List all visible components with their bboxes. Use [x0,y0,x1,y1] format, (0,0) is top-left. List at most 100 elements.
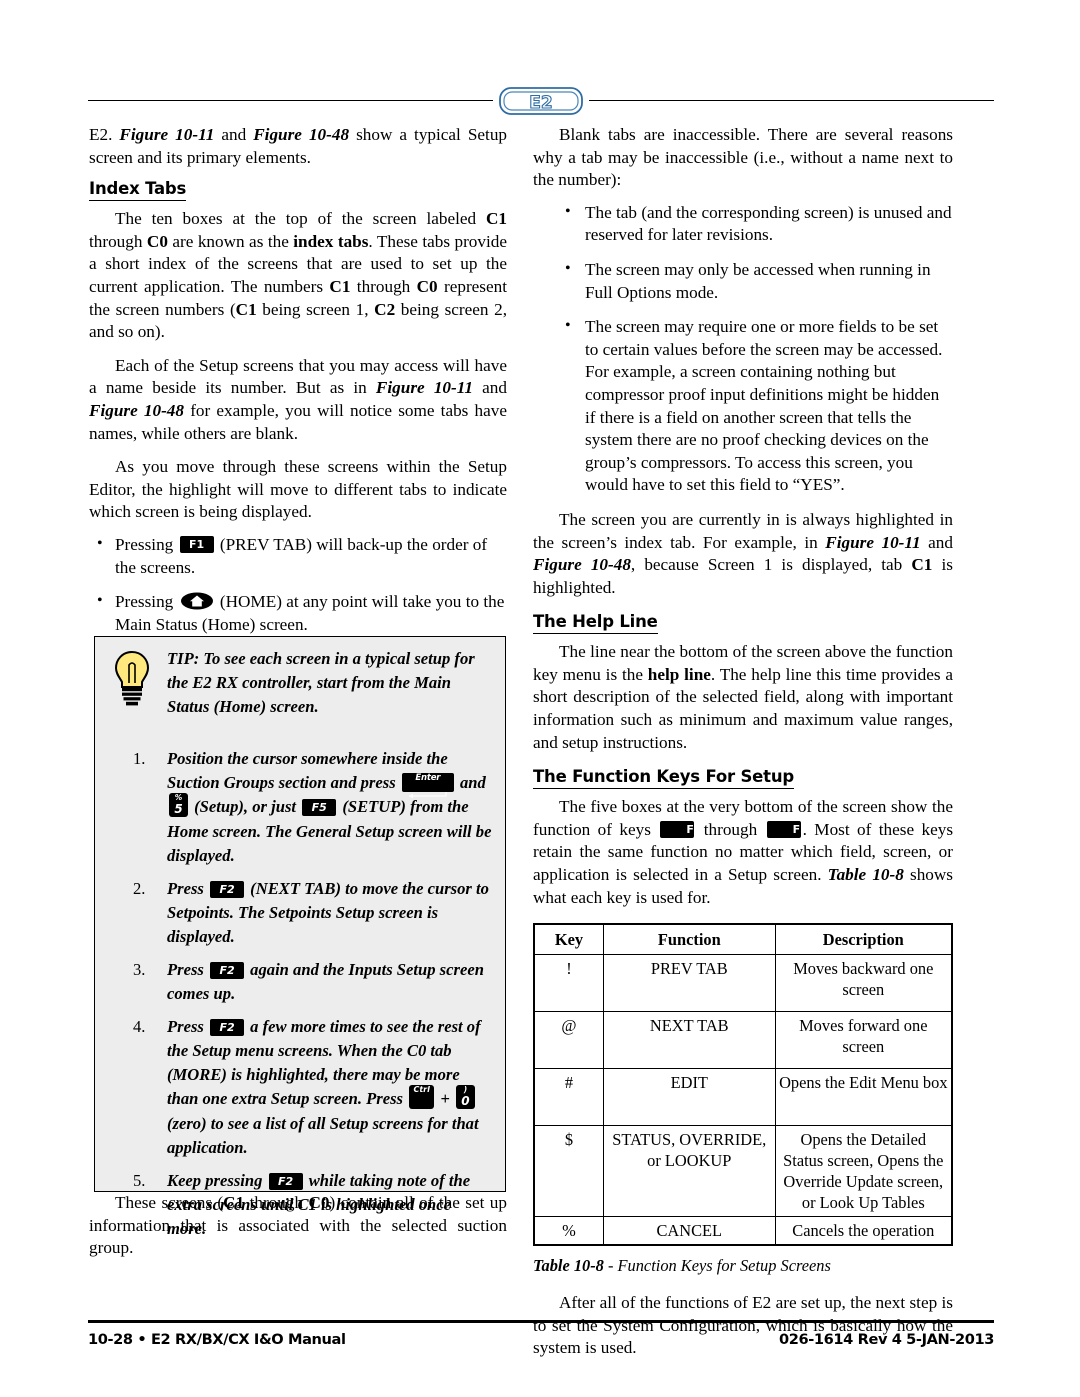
highlight-text-b: and [920,532,953,552]
paragraph-intro: E2. Figure 10-11 and Figure 10-48 show a… [89,124,507,169]
code-c1-e: C1 [911,555,933,575]
index-text-c: are known as the [167,231,294,251]
list-item: The tab (and the corresponding screen) i… [563,201,953,247]
left-column-tail: These screens (C1 through C0) contain al… [89,1192,507,1260]
footer-rule [88,1320,994,1323]
tip-steps-list: Position the cursor somewhere inside the… [105,747,493,1241]
five-key-shift-label: % [174,793,183,803]
code-c0-d: C0 [308,1193,330,1212]
list-item: Pressing F1 (PREV TAB) will back-up the … [89,533,507,579]
five-key-icon: % 5 [169,793,188,818]
five-key-label: 5 [174,802,183,817]
table-row: @ NEXT TAB Moves forward one screen [533,1011,953,1070]
figure-ref-10-48-b: Figure 10-48 [89,400,184,420]
function-keys-table-wrap: Key Function Description ! PREV TAB Move… [533,923,953,1276]
tip-step-4: Press F2 a few more times to see the res… [105,1015,493,1160]
step5-text-a: Keep pressing [167,1171,267,1191]
page-header: E2 [88,84,994,124]
intro-text-b: and [214,125,254,144]
heading-help-line: The Help Line [533,612,658,635]
table-row: $ STATUS, OVERRIDE, or LOOKUP Opens the … [533,1125,953,1218]
right-bullet-list: The tab (and the corresponding screen) i… [563,201,953,497]
figure-ref-10-11-b: Figure 10-11 [375,378,473,398]
tip-step-3: Press F2 again and the Inputs Setup scre… [105,958,493,1006]
paragraph-five-boxes: The five boxes at the very bottom of the… [533,796,953,909]
svg-text:E2: E2 [529,93,552,113]
term-index-tabs: index tabs [293,231,369,251]
footer-content: 10-28 • E2 RX/BX/CX I&O Manual 026-1614 … [88,1331,994,1348]
home-key-icon [180,592,214,610]
table-row: ! PREV TAB Moves backward one screen [533,954,953,1013]
cell-function: NEXT TAB [602,1011,776,1070]
column-header-description: Description [774,923,953,956]
zero-key-icon: ) 0 [455,1085,475,1110]
figure-ref-10-11-c: Figure 10-11 [825,532,921,552]
intro-text-a: E2. [89,125,120,144]
plus-sign: + [436,1089,454,1109]
tip-header: TIP: To see each screen in a typical set… [105,647,493,743]
cell-function: EDIT [602,1068,776,1127]
table-header-row: Key Function Description [533,923,953,956]
these-text-b: through [244,1193,309,1212]
index-text-g: being screen 1, [256,299,375,319]
cell-description: Cancels the operation [774,1216,953,1246]
index-text-a: The ten boxes at the top of the screen l… [115,209,486,229]
step4-text-a: Press [167,1017,209,1037]
heading-index-tabs: Index Tabs [89,179,186,202]
footer-left-text: 10-28 • E2 RX/BX/CX I&O Manual [88,1331,346,1348]
paragraph-as-you-move: As you move through these screens within… [89,457,507,522]
code-c1-d: C1 [223,1193,245,1212]
cell-key: $ [533,1125,604,1218]
column-header-key: Key [533,923,604,956]
figure-ref-10-11: Figure 10-11 [119,125,215,144]
heading-function-keys: The Function Keys For Setup [533,767,794,790]
table-row: # EDIT Opens the Edit Menu box [533,1068,953,1127]
these-text-a: These screens ( [115,1193,224,1212]
table-row: % CANCEL Cancels the operation [533,1216,953,1246]
code-c1-b: C1 [329,276,351,296]
table-caption-number: Table 10-8 [533,1256,604,1276]
f2-key-icon: F2 [210,880,245,898]
left-column: E2. Figure 10-11 and Figure 10-48 show a… [89,124,507,648]
paragraph-these-screens: These screens (C1 through C0) contain al… [89,1192,507,1260]
step1-text-c: (Setup), or just [190,797,301,816]
highlight-text-c: , because Screen 1 is displayed, tab [630,555,912,575]
index-text-e: through [350,276,417,296]
e2-logo: E2 [493,84,589,118]
f1-key-icon: F1 [179,536,214,554]
list-item: The screen may only be accessed when run… [563,258,953,304]
cell-description: Moves forward one screen [774,1011,953,1070]
zero-key-label: 0 [461,1094,470,1109]
cell-description: Opens the Edit Menu box [774,1068,953,1127]
document-page: E2 E2. Figure 10-11 and Figure 10-48 sho… [0,0,1080,1397]
paragraph-after-functions: After all of the functions of E2 are set… [533,1293,953,1358]
term-help-line: help line [647,664,711,684]
paragraph-each-setup: Each of the Setup screens that you may a… [89,355,507,445]
table-caption-text: - Function Keys for Setup Screens [603,1256,831,1276]
list-item: The screen may require one or more field… [563,315,953,497]
ctrl-key-label: Ctrl [413,1085,430,1095]
index-text-b: through [89,231,147,251]
paragraph-index-tabs: The ten boxes at the top of the screen l… [89,208,507,344]
function-keys-table: Key Function Description ! PREV TAB Move… [533,923,953,1247]
table-caption: Table 10-8 - Function Keys for Setup Scr… [533,1255,953,1276]
figure-ref-10-48-c: Figure 10-48 [533,555,631,575]
step2-text-a: Press [167,879,209,899]
zero-key-shift-label: ) [463,1085,468,1095]
right-column: Blank tabs are inaccessible. There are s… [533,124,953,1360]
bullet1-text-a: Pressing [115,534,178,554]
code-c0-b: C0 [416,276,438,296]
cell-key: ! [533,954,604,1013]
step3-text-a: Press [167,960,209,980]
paragraph-blank-tabs: Blank tabs are inaccessible. There are s… [533,125,953,190]
f2-key-icon: F2 [210,961,245,979]
cell-function: STATUS, OVERRIDE, or LOOKUP [602,1125,776,1218]
paragraph-highlighted: The screen you are currently in is alway… [533,509,953,599]
cell-description: Opens the Detailed Status screen, Opens … [774,1125,953,1218]
tip-intro-text: TIP: To see each screen in a typical set… [167,649,475,716]
each-text-b: and [472,378,507,398]
table-ref-10-8: Table 10-8 [827,865,904,885]
cell-key: % [533,1216,604,1246]
tip-box: TIP: To see each screen in a typical set… [94,636,506,1238]
f1-key-icon: F1 [660,821,702,839]
